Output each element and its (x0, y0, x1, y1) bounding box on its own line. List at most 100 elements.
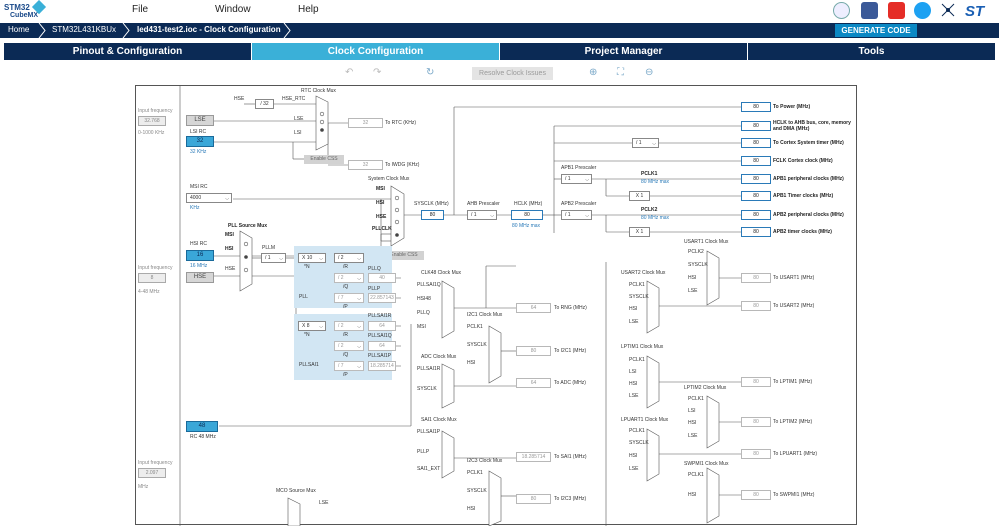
pclk2-label: PCLK2 (641, 207, 658, 213)
tab-pinout[interactable]: Pinout & Configuration (4, 43, 252, 60)
power-clock-label: To Power (MHz) (773, 104, 811, 110)
i2c1-output[interactable]: 80 (516, 346, 551, 356)
pllsai1r-select[interactable]: / 2 ⌵ (334, 321, 364, 331)
pllr-select[interactable]: / 2 ⌵ (334, 253, 364, 263)
tab-tools[interactable]: Tools (748, 43, 995, 60)
lse-range: 0-1000 KHz (138, 130, 165, 136)
youtube-icon[interactable] (888, 2, 905, 19)
st-logo-icon[interactable]: ST (965, 2, 986, 20)
rtc-output[interactable]: 32 (348, 118, 383, 128)
chevron-right-icon (283, 23, 291, 38)
pllsai1p-select[interactable]: / 7 ⌵ (334, 361, 364, 371)
rtc-hse-label: HSE (234, 96, 245, 102)
sai1-in-2: PLLP (417, 449, 430, 455)
hse-input-frequency[interactable]: 8 (138, 273, 166, 283)
breadcrumb-home[interactable]: Home (8, 25, 29, 34)
usart2-output[interactable]: 80 (741, 301, 771, 311)
sai1-output[interactable]: 18.285714 (516, 452, 551, 462)
pllsai1r-output-label: PLLSAI1R (368, 313, 392, 319)
i2c3-in-1: PCLK1 (467, 470, 483, 476)
zoom-in-icon[interactable]: ⊕ (589, 67, 597, 78)
pllm-select[interactable]: / 1 ⌵ (261, 253, 286, 263)
lptim1-in-1: PCLK1 (629, 357, 645, 363)
pllq-select[interactable]: / 2 ⌵ (334, 273, 364, 283)
menu-window[interactable]: Window (215, 4, 251, 15)
sysclk-value[interactable]: 80 (421, 210, 444, 220)
chevron-down-icon: ⌵ (585, 213, 589, 219)
apb1-peripheral-value[interactable]: 80 (741, 174, 771, 184)
lptim2-output[interactable]: 80 (741, 417, 771, 427)
apb2-peripheral-value[interactable]: 80 (741, 210, 771, 220)
i2-input-label: Input frequency (138, 460, 173, 466)
apb2-timer-value[interactable]: 80 (741, 227, 771, 237)
resolve-clock-issues-button[interactable]: Resolve Clock Issues (472, 67, 553, 80)
menu-help[interactable]: Help (298, 4, 319, 15)
i2c3-in-2: SYSCLK (467, 488, 487, 494)
systimer-divider-select[interactable]: / 1 ⌵ (632, 138, 659, 148)
fit-screen-icon[interactable]: ⛶ (617, 67, 624, 78)
tab-project-manager[interactable]: Project Manager (500, 43, 748, 60)
plln-select[interactable]: X 10 ⌵ (298, 253, 326, 263)
enable-css-lse-button[interactable]: Enable CSS (304, 155, 344, 164)
chevron-down-icon: ⌵ (357, 344, 361, 350)
apb1-timer-value[interactable]: 80 (741, 191, 771, 201)
anniversary-icon[interactable] (833, 2, 850, 19)
fclk-value[interactable]: 80 (741, 156, 771, 166)
sysclk-label: SYSCLK (MHz) (414, 201, 449, 207)
rng-output[interactable]: 64 (516, 303, 551, 313)
facebook-icon[interactable] (861, 2, 878, 19)
lpuart1-output[interactable]: 80 (741, 449, 771, 459)
iwdg-output[interactable]: 32 (348, 160, 383, 170)
usart2-in-4: LSE (629, 319, 639, 325)
i2c1-in-2: SYSCLK (467, 342, 487, 348)
chevron-down-icon: ⌵ (225, 196, 229, 202)
swpmi1-output[interactable]: 80 (741, 490, 771, 500)
menu-bar: STM32 CubeMX File Window Help ST (0, 0, 999, 22)
network-icon[interactable] (940, 2, 957, 19)
breadcrumb-device[interactable]: STM32L431KBUx (52, 25, 116, 34)
pllsai1q-output[interactable]: 64 (368, 341, 396, 351)
usart2-in-1: PCLK1 (629, 282, 645, 288)
pclk2-max: 80 MHz max (641, 215, 670, 221)
lse-input-frequency[interactable]: 32.768 (138, 116, 166, 126)
lptim1-output[interactable]: 80 (741, 377, 771, 387)
pllp-output[interactable]: 22.857143 (368, 293, 396, 303)
breadcrumb-project[interactable]: led431-test2.ioc - Clock Configuration (137, 25, 281, 34)
i2-input-frequency[interactable]: 2.097 (138, 468, 166, 478)
chevron-right-icon (122, 23, 130, 38)
apb2-prescaler-select[interactable]: / 1 ⌵ (561, 210, 592, 220)
hclk-ahb-value[interactable]: 80 (741, 121, 771, 131)
msi-label: MSI RC (190, 184, 208, 190)
menu-file[interactable]: File (132, 4, 148, 15)
tab-clock-configuration[interactable]: Clock Configuration (252, 43, 500, 60)
zoom-out-icon[interactable]: ⊖ (645, 67, 653, 78)
cortex-timer-value[interactable]: 80 (741, 138, 771, 148)
undo-icon[interactable]: ↶ (345, 67, 353, 78)
pllsai1n-select[interactable]: X 8 ⌵ (298, 321, 326, 331)
hsi-label: HSI RC (190, 241, 207, 247)
power-clock-value[interactable]: 80 (741, 102, 771, 112)
adc-output[interactable]: 64 (516, 378, 551, 388)
pllsai1r-output[interactable]: 64 (368, 321, 396, 331)
refresh-icon[interactable]: ↻ (426, 67, 434, 78)
hse-rtc-divider[interactable]: / 32 (255, 99, 274, 109)
twitter-icon[interactable] (914, 2, 931, 19)
lsi-label: LSI RC (190, 129, 207, 135)
pllsai1q-select[interactable]: / 2 ⌵ (334, 341, 364, 351)
ahb-prescaler-select[interactable]: / 1 ⌵ (467, 210, 497, 220)
clk48-mux-label: CLK48 Clock Mux (421, 270, 462, 276)
hclk-value[interactable]: 80 (511, 210, 543, 220)
i2c3-output[interactable]: 80 (516, 494, 551, 504)
pllsai1p-output[interactable]: 18.285714 (368, 361, 396, 371)
clk48-in-3: PLLQ (417, 310, 430, 316)
pllp-select[interactable]: / 7 ⌵ (334, 293, 364, 303)
rc48-label: RC 48 MHz (190, 434, 216, 440)
msi-frequency-select[interactable]: 4000 ⌵ (186, 193, 232, 203)
clock-toolbar: ↶ ↷ ↻ Resolve Clock Issues ⊕ ⛶ ⊖ (0, 64, 999, 82)
chevron-down-icon: ⌵ (357, 276, 361, 282)
usart1-output[interactable]: 80 (741, 273, 771, 283)
apb1-prescaler-select[interactable]: / 1 ⌵ (561, 174, 592, 184)
redo-icon[interactable]: ↷ (373, 67, 381, 78)
pllq-output[interactable]: 40 (368, 273, 396, 283)
generate-code-button[interactable]: GENERATE CODE (835, 24, 917, 37)
